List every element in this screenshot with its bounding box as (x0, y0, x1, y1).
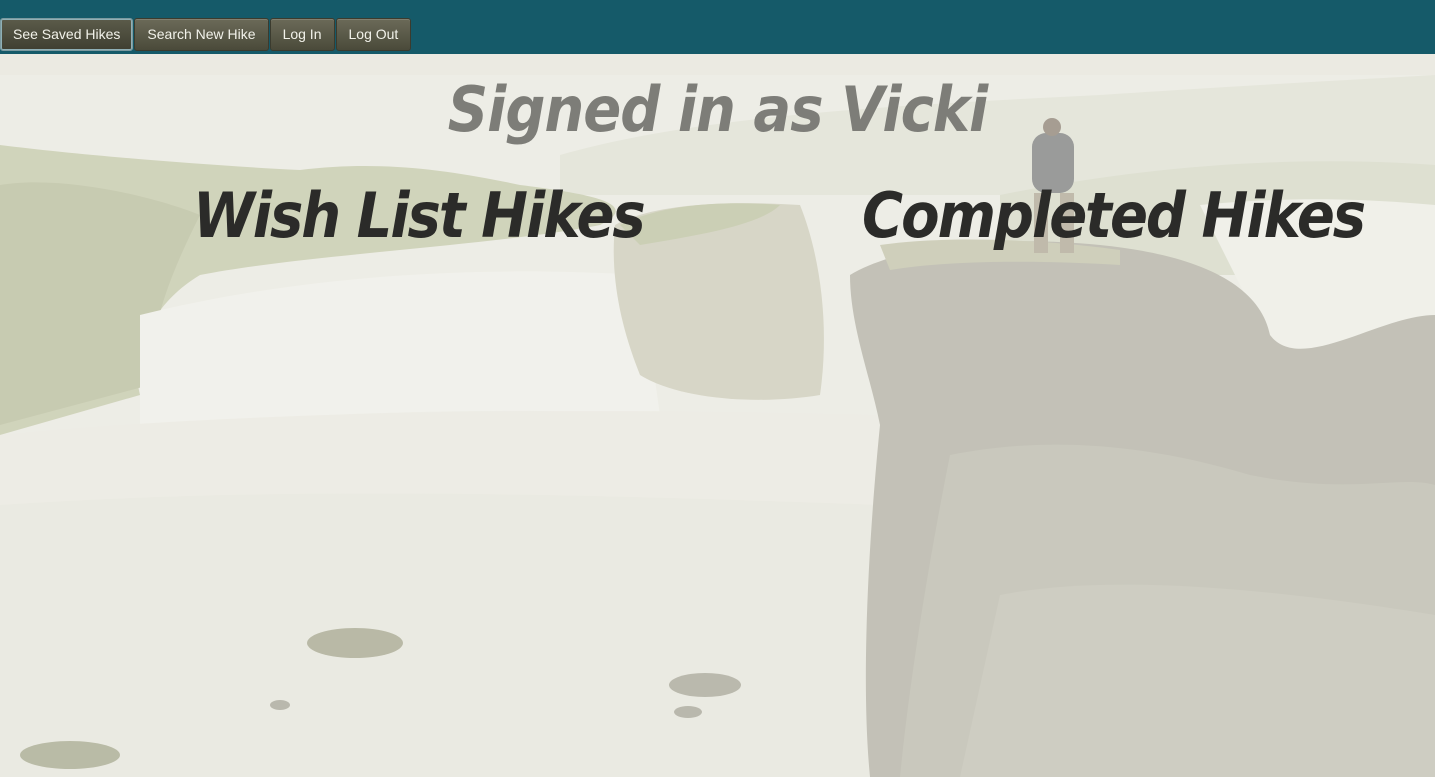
signed-in-status: Signed in as Vicki (447, 74, 988, 147)
log-out-button[interactable]: Log Out (335, 18, 412, 51)
completed-hikes-heading: Completed Hikes (862, 180, 1366, 253)
log-in-button[interactable]: Log In (269, 18, 335, 51)
nav-button-group: See Saved Hikes Search New Hike Log In L… (0, 18, 412, 51)
header-spacer (0, 54, 1435, 75)
search-new-hike-button[interactable]: Search New Hike (134, 18, 269, 51)
see-saved-hikes-button[interactable]: See Saved Hikes (0, 18, 134, 51)
top-navigation-bar: See Saved Hikes Search New Hike Log In L… (0, 0, 1435, 54)
wish-list-heading: Wish List Hikes (193, 180, 646, 253)
